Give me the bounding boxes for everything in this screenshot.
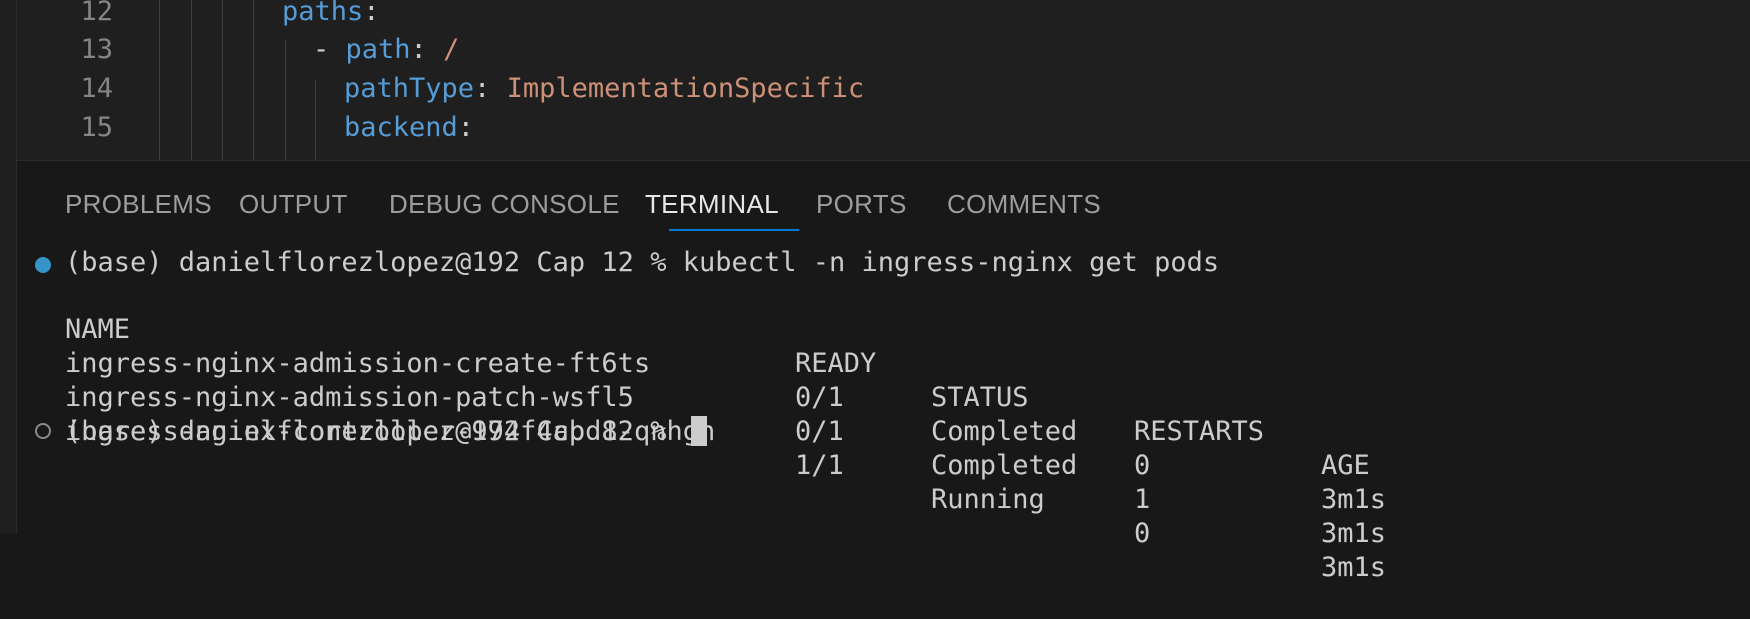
code-content: paths: — [282, 0, 380, 32]
code-editor[interactable]: 12 paths: 13 - path: / 14 pathType: Impl… — [17, 0, 1750, 160]
pod-status: Completed — [931, 416, 1078, 447]
text-cursor — [690, 416, 707, 446]
line-number: 14 — [80, 73, 113, 104]
pod-restarts: 1 — [1134, 484, 1151, 515]
yaml-key: backend — [344, 112, 458, 143]
command-success-dot — [35, 257, 51, 273]
left-gutter-border — [0, 0, 17, 534]
code-line: 15 backend: — [17, 108, 1750, 148]
terminal-prompt-line[interactable]: (base) danielflorezlopez@192 Cap 12 % — [65, 415, 707, 449]
yaml-key: pathType — [344, 73, 475, 104]
tab-debug-console[interactable]: DEBUG CONSOLE — [389, 189, 620, 220]
panel-tabs: PROBLEMS OUTPUT DEBUG CONSOLE TERMINAL P… — [17, 161, 1750, 233]
bottom-panel: PROBLEMS OUTPUT DEBUG CONSOLE TERMINAL P… — [17, 160, 1750, 583]
terminal-command-line: (base) danielflorezlopez@192 Cap 12 % ku… — [65, 247, 1220, 278]
line-number: 12 — [80, 0, 113, 27]
tab-terminal[interactable]: TERMINAL — [645, 189, 779, 220]
pod-age: 3m1s — [1321, 552, 1387, 583]
pod-ready: 0/1 — [795, 416, 844, 447]
table-row: ingress-nginx-admission-patch-wsfl5 0/1 … — [65, 347, 1745, 549]
yaml-colon: : — [474, 73, 507, 104]
pod-age: 3m1s — [1321, 484, 1387, 515]
yaml-key: paths — [282, 0, 364, 27]
yaml-value: / — [443, 34, 460, 65]
tab-problems[interactable]: PROBLEMS — [65, 189, 212, 220]
code-line: 12 paths: — [17, 0, 1750, 32]
prompt-idle-dot — [35, 423, 51, 439]
pod-restarts: 0 — [1134, 450, 1151, 481]
tab-output[interactable]: OUTPUT — [239, 189, 348, 220]
header-restarts: RESTARTS — [1134, 416, 1265, 447]
pod-status: Completed — [931, 450, 1078, 481]
pod-status: Running — [931, 484, 1045, 515]
code-content: - path: / — [313, 30, 459, 70]
header-age: AGE — [1321, 450, 1370, 481]
yaml-value: ImplementationSpecific — [506, 73, 865, 104]
table-row: ingress-nginx-controller-974f4cbd8-qnhgn… — [65, 381, 1745, 583]
tab-comments[interactable]: COMMENTS — [947, 189, 1101, 220]
tab-ports[interactable]: PORTS — [816, 189, 907, 220]
line-number: 13 — [80, 34, 113, 65]
active-tab-indicator — [669, 229, 799, 231]
table-row: ingress-nginx-admission-create-ft6ts 0/1… — [65, 313, 1745, 515]
pod-ready: 1/1 — [795, 450, 844, 481]
pods-table-header: NAME READY STATUS RESTARTS AGE — [65, 279, 1745, 481]
code-line: 14 pathType: ImplementationSpecific — [17, 69, 1750, 109]
yaml-key: path — [345, 34, 411, 65]
yaml-dash: - — [313, 34, 346, 65]
code-line: 13 - path: / — [17, 30, 1750, 70]
code-content: backend: — [344, 108, 474, 148]
pod-age: 3m1s — [1321, 518, 1387, 549]
prompt-text: (base) danielflorezlopez@192 Cap 12 % — [65, 416, 683, 447]
yaml-colon: : — [457, 112, 475, 143]
code-content: pathType: ImplementationSpecific — [344, 69, 864, 109]
yaml-colon: : — [410, 34, 444, 65]
pod-restarts: 0 — [1134, 518, 1151, 549]
line-number: 15 — [80, 112, 113, 143]
yaml-colon: : — [363, 0, 380, 27]
